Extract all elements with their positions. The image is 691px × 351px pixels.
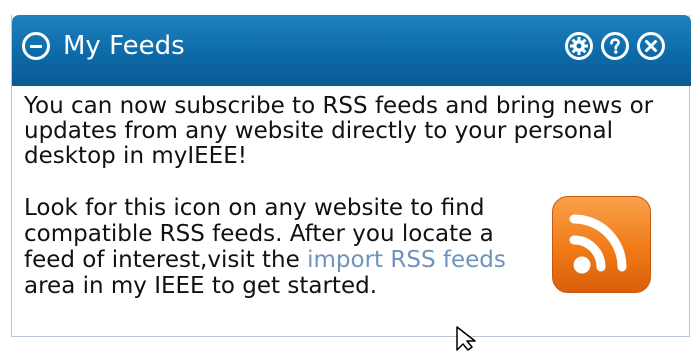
minus-circle-icon[interactable] [22,32,50,60]
instructions-text: Look for this icon on any website to fin… [24,195,514,299]
widget-body: You can now subscribe to RSS feeds and b… [24,94,674,169]
instructions-tail: area in my IEEE to get started. [24,273,378,299]
rss-feed-icon [552,196,651,293]
gear-icon[interactable] [565,32,593,60]
widget-header: My Feeds [12,15,691,86]
widget-title: My Feeds [63,31,185,61]
mouse-pointer-icon [456,326,476,351]
my-feeds-widget: My Feeds You can now subscribe to RSS fe… [11,15,691,337]
intro-text: You can now subscribe to RSS feeds and b… [24,93,654,169]
import-rss-feeds-link[interactable]: import RSS feeds [307,247,506,273]
question-icon[interactable] [601,32,629,60]
close-icon[interactable] [637,32,665,60]
